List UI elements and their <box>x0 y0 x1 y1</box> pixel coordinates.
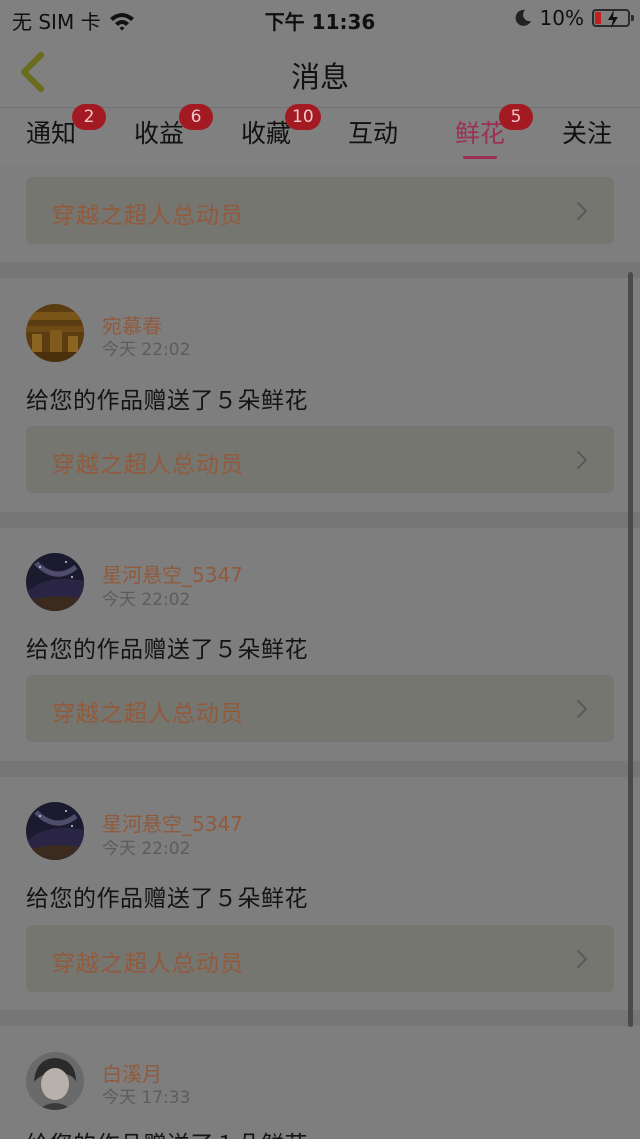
message-text: 给您的作品赠送了５朵鲜花 <box>26 637 308 663</box>
moon-icon <box>515 9 531 26</box>
message-time: 今天 22:02 <box>102 839 191 859</box>
message-text: 给您的作品赠送了５朵鲜花 <box>26 388 308 414</box>
tab-label: 关注 <box>561 119 612 148</box>
work-link-card[interactable]: 穿越之超人总动员 <box>26 426 614 493</box>
back-button[interactable] <box>14 50 50 94</box>
battery-level <box>595 12 601 24</box>
active-tab-indicator <box>463 156 497 159</box>
avatar-image <box>26 304 84 362</box>
work-title: 穿越之超人总动员 <box>52 452 244 478</box>
tab-earnings[interactable]: 收益 6 <box>128 104 213 161</box>
work-link-card[interactable]: 穿越之超人总动员 <box>26 177 614 244</box>
tab-notifications[interactable]: 通知 2 <box>20 104 106 161</box>
message-time: 今天 17:33 <box>102 1088 191 1108</box>
status-left: 无 SIM 卡 <box>12 6 135 35</box>
tab-badge: 10 <box>285 104 321 130</box>
avatar-image <box>26 1052 84 1110</box>
message-text: 给您的作品赠送了５朵鲜花 <box>26 886 308 912</box>
carrier-label: 无 SIM 卡 <box>12 10 101 34</box>
message-time: 今天 22:02 <box>102 340 191 360</box>
tab-badge: 6 <box>179 104 213 130</box>
sender-name[interactable]: 星河悬空_5347 <box>102 559 243 588</box>
avatar-image <box>26 802 84 860</box>
status-bar: 无 SIM 卡 下午 11:36 10% <box>0 0 640 36</box>
work-title: 穿越之超人总动员 <box>52 701 244 727</box>
tab-badge: 5 <box>499 104 533 130</box>
wifi-icon <box>109 12 134 30</box>
battery-icon <box>592 9 634 28</box>
section-divider <box>0 1010 640 1026</box>
avatar-image <box>26 553 84 611</box>
tab-follows[interactable]: 关注 <box>556 113 618 161</box>
status-right: 10% <box>514 6 634 30</box>
work-link-card[interactable]: 穿越之超人总动员 <box>26 675 614 742</box>
battery-percent: 10% <box>539 6 584 30</box>
section-divider <box>0 512 640 528</box>
section-divider <box>0 262 640 278</box>
avatar[interactable] <box>26 802 84 860</box>
avatar[interactable] <box>26 304 84 362</box>
chevron-right-icon <box>576 699 588 719</box>
tab-label: 互动 <box>347 119 398 148</box>
avatar[interactable] <box>26 553 84 611</box>
charging-bolt-icon <box>608 10 618 28</box>
work-link-card[interactable]: 穿越之超人总动员 <box>26 925 614 992</box>
tab-favorites[interactable]: 收藏 10 <box>235 104 321 161</box>
message-text: 给您的作品赠送了１朵鲜花 <box>26 1125 308 1139</box>
section-divider <box>0 761 640 777</box>
tab-badge: 2 <box>72 104 106 130</box>
scrollbar[interactable] <box>628 272 633 1027</box>
messages-screen: 无 SIM 卡 下午 11:36 10% 消息 通知 2 收益 6 收藏 10 … <box>0 0 640 1139</box>
tab-interactions[interactable]: 互动 <box>342 113 404 161</box>
chevron-right-icon <box>576 201 588 221</box>
tab-bar: 通知 2 收益 6 收藏 10 互动 鲜花 5 关注 <box>0 104 640 165</box>
sender-name[interactable]: 星河悬空_5347 <box>102 808 243 837</box>
navigation-bar: 消息 <box>0 36 640 108</box>
work-title: 穿越之超人总动员 <box>52 951 244 977</box>
chevron-right-icon <box>576 949 588 969</box>
chevron-right-icon <box>576 450 588 470</box>
work-title: 穿越之超人总动员 <box>52 203 244 229</box>
tab-flowers[interactable]: 鲜花 5 <box>449 104 533 161</box>
message-time: 今天 22:02 <box>102 590 191 610</box>
avatar[interactable] <box>26 1052 84 1110</box>
chevron-left-icon <box>21 52 44 92</box>
page-title: 消息 <box>290 60 349 94</box>
